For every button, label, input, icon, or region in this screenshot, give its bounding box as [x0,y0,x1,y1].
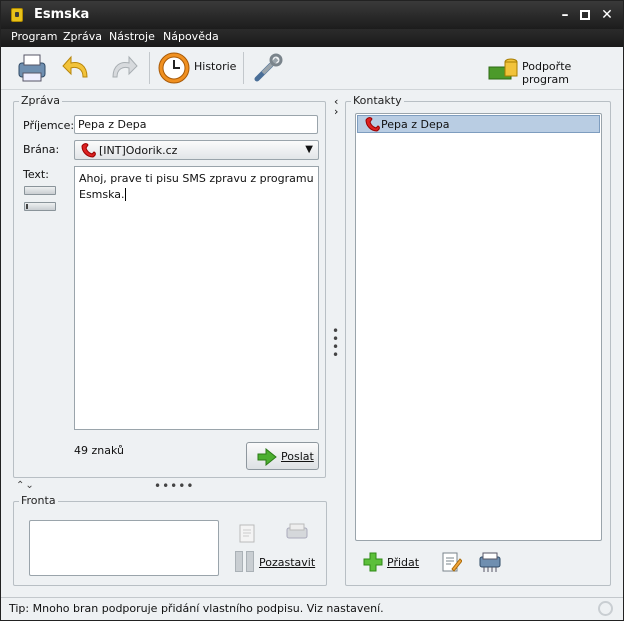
toolbar: Historie Podpořte program [1,47,623,90]
history-label: Historie [194,60,237,73]
contact-name: Pepa z Depa [381,118,450,131]
queue-list[interactable] [29,520,219,576]
history-button[interactable]: Historie [157,51,239,85]
money-icon [488,58,518,80]
main-window: Esmska – ✕ Program Zpráva Nástroje Nápov… [0,0,624,621]
message-line-2: Esmska. [79,188,125,201]
gateway-value: [INT]Odorik.cz [99,144,178,157]
app-icon [11,8,23,22]
support-label: Podpořte program [522,60,572,86]
sms-send-toolbar-button[interactable] [15,51,49,85]
queue-legend: Fronta [19,494,58,507]
menu-zprava[interactable]: Zpráva [63,30,102,43]
menu-nastroje[interactable]: Nástroje [109,30,155,43]
send-label: Poslat [281,450,314,463]
window-title: Esmska [34,7,90,22]
phone-icon [81,143,96,158]
redo-arrow-icon [112,55,138,78]
delete-contact-button[interactable] [478,551,502,573]
menu-bar: Program Zpráva Nástroje Nápověda [1,29,623,47]
edit-queue-button[interactable] [237,522,259,544]
redo-button[interactable] [105,51,139,85]
send-button[interactable]: Poslat [246,442,319,470]
edit-document-icon [442,552,463,572]
message-line-1: Ahoj, prave ti pisu SMS zpravu z program… [79,172,314,185]
undo-button[interactable] [61,51,95,85]
status-tip: Tip: Mnoho bran podporuje přidání vlastn… [9,602,384,615]
toolbar-separator [243,52,244,84]
plus-icon [363,552,383,572]
title-bar: Esmska – ✕ [1,1,623,29]
sms-length-fill [26,204,28,209]
support-button[interactable]: Podpořte program [487,51,617,86]
shredder-icon [479,552,501,572]
phone-icon [365,117,380,132]
add-contact-label: Přidat [387,556,420,569]
add-contact-button[interactable]: Přidat [363,551,423,573]
message-legend: Zpráva [19,94,63,107]
busy-indicator-icon [598,601,613,616]
menu-napoveda[interactable]: Nápověda [163,30,219,43]
toolbar-separator [149,52,150,84]
clock-icon [158,52,190,84]
message-textarea[interactable]: Ahoj, prave ti pisu SMS zpravu z program… [74,166,319,430]
undo-arrow-icon [62,55,88,78]
edit-document-icon [239,524,255,543]
maximize-icon [580,10,590,20]
delete-queue-button[interactable] [285,522,309,544]
shredder-icon [286,523,308,539]
sms-count-bar [24,186,56,195]
status-bar: Tip: Mnoho bran podporuje přidání vlastn… [1,597,623,620]
tools-icon [254,53,283,82]
vertical-splitter-handle[interactable]: • • • • [332,325,339,361]
close-button[interactable]: ✕ [599,7,615,23]
pause-button[interactable]: Pozastavit [234,551,316,573]
settings-button[interactable] [251,51,285,85]
contacts-legend: Kontakty [351,94,404,107]
splitter-arrows-icon[interactable]: ‹ › [334,96,338,117]
collapse-arrows-icon[interactable]: ⌃⌄ [16,480,35,491]
horizontal-splitter-handle[interactable]: ••••• [154,479,194,493]
recipient-label: Příjemce: [23,119,75,132]
pause-label: Pozastavit [259,556,316,569]
text-label: Text: [23,168,49,181]
char-count: 49 znaků [74,444,124,457]
gateway-select[interactable]: [INT]Odorik.cz ▼ [74,140,319,160]
sms-length-bar [24,202,56,211]
menu-program[interactable]: Program [11,30,57,43]
maximize-button[interactable] [577,7,593,23]
minimize-button[interactable]: – [557,7,573,23]
edit-contact-button[interactable] [440,551,463,573]
text-cursor [124,188,130,201]
printer-icon [18,54,46,82]
gateway-label: Brána: [23,143,60,156]
pause-icon [235,551,243,572]
green-arrow-icon [257,448,277,466]
contacts-list[interactable]: Pepa z Depa [355,113,602,541]
recipient-input[interactable]: Pepa z Depa [74,115,318,134]
chevron-down-icon: ▼ [305,144,313,155]
list-item[interactable]: Pepa z Depa [357,115,600,133]
